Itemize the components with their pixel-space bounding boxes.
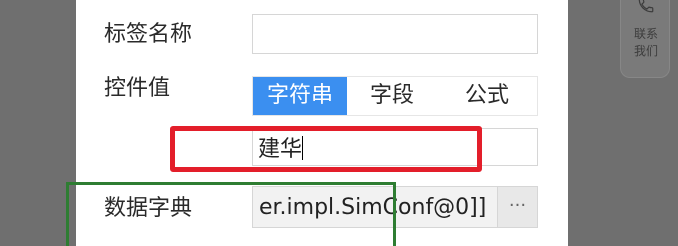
tab-field[interactable]: 字段 [347,77,437,115]
contact-line-2: 我们 [633,44,658,58]
control-value-label: 控件值 [104,76,171,101]
tag-name-input[interactable] [252,14,538,54]
contact-line-1: 联系 [633,27,658,41]
contact-us-widget[interactable]: 联系 我们 [620,0,670,78]
tab-string[interactable]: 字符串 [253,77,347,115]
phone-icon [638,0,654,13]
modal-backdrop-left [0,0,76,246]
more-options-button[interactable]: ··· [498,186,538,228]
highlight-box-green [66,182,396,246]
tab-formula[interactable]: 公式 [437,77,537,115]
tag-name-label: 标签名称 [104,22,193,47]
highlight-box-red [170,126,482,172]
control-value-tabs: 字符串 字段 公式 [252,76,538,116]
